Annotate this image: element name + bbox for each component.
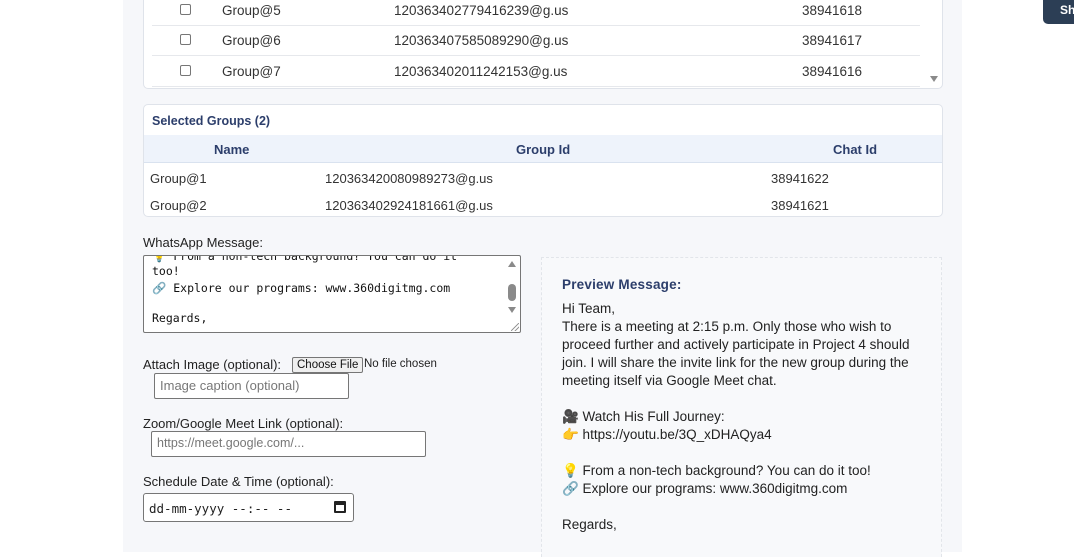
- preview-line: proceed further and actively participate…: [562, 337, 910, 352]
- preview-panel: Preview Message: Hi Team, There is a mee…: [541, 257, 942, 557]
- table-row: Group@2 120363402924181661@g.us 38941621: [144, 193, 942, 216]
- schedule-datetime-input[interactable]: dd-mm-yyyy --:-- --: [143, 493, 354, 522]
- row-checkbox[interactable]: [180, 4, 191, 15]
- selected-groups-title: Selected Groups (2): [152, 114, 271, 128]
- chat-id: 38941622: [771, 171, 829, 186]
- message-textarea[interactable]: 💡 From a non-tech background? You can do…: [143, 255, 521, 333]
- group-name: Group@1: [150, 171, 207, 186]
- row-checkbox[interactable]: [180, 34, 191, 45]
- image-caption-input[interactable]: Image caption (optional): [154, 373, 349, 399]
- choose-file-button[interactable]: Choose File: [292, 357, 364, 373]
- preview-line: Hi Team,: [562, 301, 616, 316]
- preview-line: join. I will share the invite link for t…: [562, 355, 909, 370]
- preview-line: 💡 From a non-tech background? You can do…: [562, 463, 871, 478]
- calendar-icon[interactable]: [334, 501, 346, 513]
- message-line: 💡 From a non-tech background? You can do…: [152, 255, 458, 263]
- preview-line: 🔗 Explore our programs: www.360digitmg.c…: [562, 481, 848, 496]
- table-row[interactable]: Group@5 120363402779416239@g.us 38941618: [152, 0, 920, 26]
- group-name: Group@7: [222, 64, 281, 79]
- preview-line: 👉 https://youtu.be/3Q_xDHAQya4: [562, 427, 772, 442]
- group-id: 120363420080989273@g.us: [325, 171, 493, 186]
- resize-grip-icon[interactable]: [511, 323, 519, 331]
- chat-id: 38941618: [802, 3, 863, 18]
- chat-id: 38941621: [771, 198, 829, 213]
- group-id: 120363402779416239@g.us: [394, 3, 569, 18]
- datetime-value: dd-mm-yyyy --:-- --: [149, 501, 292, 516]
- scrollbar-thumb[interactable]: [508, 284, 516, 301]
- schedule-label: Schedule Date & Time (optional):: [143, 474, 334, 489]
- meet-link-input[interactable]: https://meet.google.com/...: [151, 431, 426, 457]
- header-group-id: Group Id: [516, 142, 571, 157]
- groups-table: Group@5 120363402779416239@g.us 38941618…: [143, 0, 943, 89]
- preview-line: 🎥 Watch His Full Journey:: [562, 409, 725, 424]
- table-row[interactable]: Group@6 120363407585089290@g.us 38941617: [152, 26, 920, 56]
- meet-link-label: Zoom/Google Meet Link (optional):: [143, 416, 344, 431]
- group-name: Group@5: [222, 3, 281, 18]
- message-line: too!: [152, 264, 180, 278]
- message-label: WhatsApp Message:: [143, 235, 263, 250]
- table-row: Group@1 120363420080989273@g.us 38941622: [144, 166, 942, 192]
- scroll-up-arrow-icon[interactable]: [508, 261, 516, 267]
- selected-groups-table: Selected Groups (2) Name Group Id Chat I…: [143, 104, 943, 217]
- chat-id: 38941616: [802, 64, 863, 79]
- selected-groups-header: Name Group Id Chat Id: [144, 135, 942, 163]
- preview-title: Preview Message:: [562, 277, 682, 292]
- table-scroll-down-arrow-icon[interactable]: [930, 76, 938, 82]
- group-id: 120363407585089290@g.us: [394, 33, 569, 48]
- group-id: 120363402924181661@g.us: [325, 198, 493, 213]
- chat-id: 38941617: [802, 33, 863, 48]
- group-name: Group@2: [150, 198, 207, 213]
- group-id: 120363402011242153@g.us: [394, 64, 568, 79]
- group-name: Group@6: [222, 33, 281, 48]
- header-chat-id: Chat Id: [833, 142, 878, 157]
- message-scrollbar[interactable]: [506, 258, 518, 332]
- file-status: No file chosen: [364, 358, 437, 370]
- top-right-button[interactable]: Sh: [1043, 0, 1074, 24]
- attach-image-label: Attach Image (optional):: [143, 357, 282, 372]
- preview-line: meeting itself via Google Meet chat.: [562, 373, 777, 388]
- row-checkbox[interactable]: [180, 65, 191, 76]
- preview-line: There is a meeting at 2:15 p.m. Only tho…: [562, 319, 892, 334]
- preview-line: Regards,: [562, 517, 617, 532]
- message-line: 🔗 Explore our programs: www.360digitmg.c…: [152, 281, 451, 295]
- scroll-down-arrow-icon[interactable]: [508, 307, 516, 313]
- header-name: Name: [214, 142, 250, 157]
- table-row[interactable]: Group@7 120363402011242153@g.us 38941616: [152, 57, 920, 87]
- message-line: Regards,: [152, 311, 208, 325]
